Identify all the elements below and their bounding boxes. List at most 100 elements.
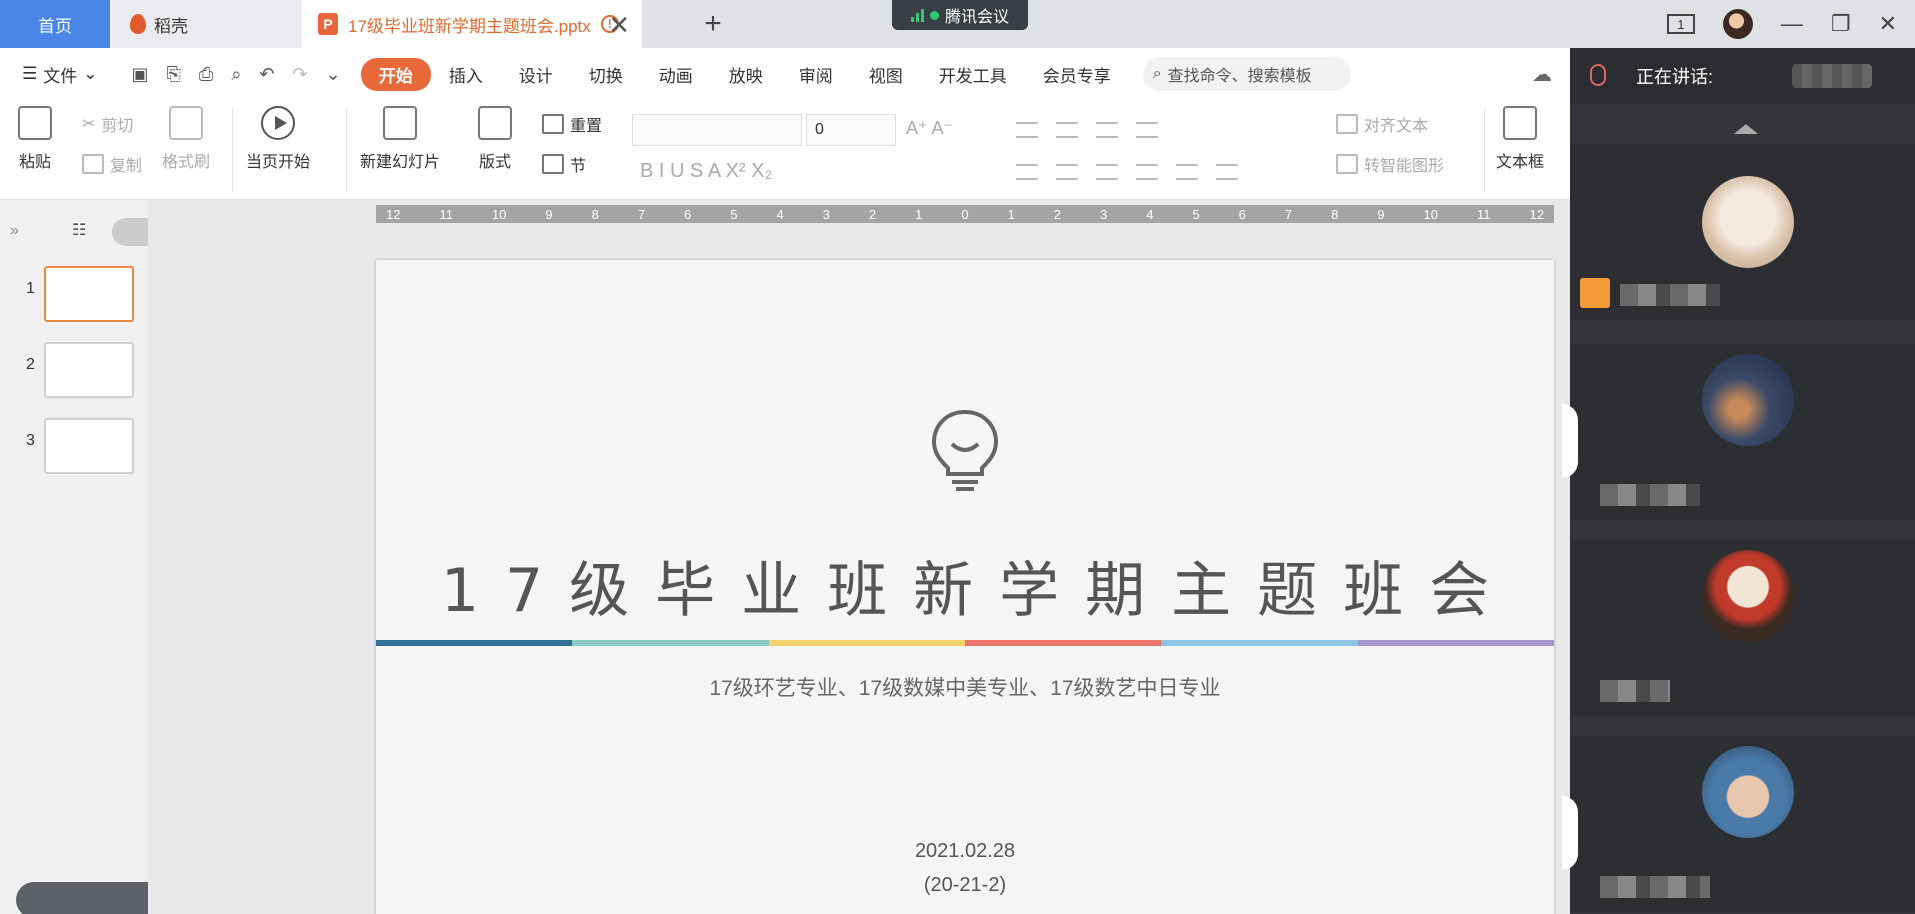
tab-document[interactable]: P 17级毕业班新学期主题班会.pptx ! ✕ — [302, 0, 642, 48]
participant-tile[interactable] — [1570, 540, 1915, 716]
panel-notch — [1562, 404, 1578, 478]
ruler-tick-label: 1 — [915, 206, 923, 222]
color-segment — [1357, 640, 1554, 646]
thumbnail-view-toggle[interactable] — [112, 218, 148, 246]
participant-tile[interactable] — [1562, 736, 1915, 912]
scissors-icon: ✂ — [82, 116, 96, 133]
participant-avatar — [1702, 176, 1794, 268]
menu-item-slideshow[interactable]: 放映 — [711, 62, 781, 87]
ruler-tick-label: 10 — [1423, 206, 1439, 222]
tab-home[interactable]: 首页 — [0, 0, 110, 48]
slide-date[interactable]: 2021.02.28 — [376, 840, 1554, 863]
user-avatar[interactable] — [1722, 9, 1753, 39]
color-divider — [376, 640, 1554, 646]
docer-icon — [130, 14, 146, 34]
new-slide-button[interactable]: 新建幻灯片 — [360, 106, 440, 172]
slide-subtitle[interactable]: 17级环艺专业、17级数媒中美专业、17级数艺中日专业 — [376, 672, 1554, 702]
menu-item-view[interactable]: 视图 — [851, 62, 921, 87]
text-box-button[interactable]: 文本框 — [1496, 106, 1544, 172]
customize-icon[interactable]: ⌄ — [326, 64, 341, 85]
font-size-select[interactable]: 0 — [806, 114, 896, 146]
menu-item-insert[interactable]: 插入 — [431, 62, 501, 87]
participant-tile[interactable] — [1570, 144, 1915, 320]
toolbar-divider — [346, 108, 347, 192]
window-indicator-icon[interactable]: 1 — [1666, 14, 1695, 34]
copy-button[interactable]: 复制 — [82, 152, 142, 176]
user-badge-icon — [1580, 278, 1610, 308]
ruler-tick-label: 7 — [1284, 206, 1293, 222]
participant-name-blurred — [1600, 876, 1710, 898]
ruler-tick-label: 11 — [1477, 206, 1491, 222]
reset-button[interactable]: 重置 — [542, 112, 602, 136]
participant-tile[interactable] — [1562, 344, 1915, 520]
font-size-adjust-icons[interactable]: A⁺ A⁻ — [906, 118, 953, 139]
speaking-label: 正在讲话: — [1636, 67, 1714, 87]
slide[interactable]: 17级毕业班新学期主题班会 17级环艺专业、17级数媒中美专业、17级数艺中日专… — [376, 260, 1554, 914]
close-window-button[interactable]: ✕ — [1879, 11, 1897, 37]
minimize-button[interactable]: — — [1781, 11, 1803, 37]
section-button[interactable]: 节 — [542, 152, 586, 176]
print-icon[interactable]: ⎙ — [199, 64, 213, 85]
slide-thumbnail[interactable] — [44, 342, 134, 398]
restore-button[interactable]: ❐ — [1831, 11, 1851, 37]
file-menu[interactable]: ☰ 文件 ⌄ — [0, 62, 112, 87]
participant-avatar — [1702, 354, 1794, 446]
outline-view-icon[interactable]: ☷ — [72, 220, 86, 240]
save-icon[interactable]: ▣ — [132, 64, 149, 85]
cloud-sync-icon[interactable]: ☁ — [1532, 62, 1552, 87]
slide-term[interactable]: (20-21-2) — [376, 874, 1554, 897]
text-format-icons[interactable]: B I U S A X² X₂ — [640, 160, 772, 183]
add-tab-button[interactable]: + — [698, 0, 728, 48]
start-from-current-button[interactable]: 当页开始 — [246, 106, 310, 172]
print-preview-icon[interactable]: ⌕ — [231, 64, 241, 85]
ruler-tick-label: 5 — [1192, 206, 1200, 222]
format-painter-button[interactable]: 格式刷 — [162, 106, 210, 172]
paragraph-icons-bottom[interactable] — [1016, 164, 1238, 180]
participant-name-blurred — [1620, 284, 1720, 306]
window-controls: 1 — ❐ ✕ — [1666, 0, 1915, 48]
status-dot-icon — [929, 10, 939, 20]
cut-button[interactable]: ✂ 剪切 — [82, 112, 133, 136]
paragraph-icons-top[interactable] — [1016, 122, 1158, 138]
undo-icon[interactable]: ↶ — [259, 64, 274, 85]
toolbar: 粘贴 ✂ 剪切 复制 格式刷 当页开始 新建幻灯片 版式 重置 节 0 A⁺ A… — [0, 100, 1570, 200]
menu-item-animation[interactable]: 动画 — [641, 62, 711, 87]
paste-label: 粘贴 — [18, 154, 51, 171]
thumbnail-item[interactable]: 2 — [0, 342, 148, 402]
light-bulb-icon — [931, 409, 999, 491]
slide-thumbnail[interactable] — [44, 266, 134, 322]
smart-shape-button[interactable]: 转智能图形 — [1336, 152, 1444, 176]
new-slide-label: 新建幻灯片 — [360, 154, 441, 171]
menu-item-home[interactable]: 开始 — [360, 57, 431, 91]
scroll-up-icon[interactable] — [1734, 124, 1758, 134]
align-text-button[interactable]: 对齐文本 — [1336, 112, 1428, 136]
horizontal-ruler: 12 11 10 9 8 7 6 5 4 3 2 1 0 1 2 3 4 5 6 7 8 9 10 11 12 — [376, 205, 1554, 223]
thumbnail-item[interactable]: 1 — [0, 266, 148, 326]
tab-close-button[interactable]: ✕ — [608, 10, 630, 41]
menu-item-design[interactable]: 设计 — [501, 62, 571, 87]
ruler-tick-label: 1 — [1007, 206, 1015, 222]
collapse-panel-icon[interactable]: » — [10, 222, 19, 240]
thumbnail-item[interactable]: 3 — [0, 418, 148, 478]
slide-title[interactable]: 17级毕业班新学期主题班会 — [376, 542, 1554, 629]
meeting-badge-label: 腾讯会议 — [944, 9, 1009, 26]
layout-icon — [478, 106, 512, 140]
font-family-select[interactable] — [632, 114, 802, 146]
ruler-tick-label: 3 — [1100, 206, 1108, 222]
slide-thumbnail[interactable] — [44, 418, 134, 474]
panel-toolbar: » ☷ — [0, 218, 148, 248]
tab-docer[interactable]: 稻壳 — [110, 0, 302, 48]
ruler-tick-label: 6 — [684, 206, 692, 222]
ruler-tick-label: 11 — [439, 206, 453, 222]
menu-item-review[interactable]: 审阅 — [781, 62, 851, 87]
menu-item-developer[interactable]: 开发工具 — [921, 62, 1025, 87]
layout-button[interactable]: 版式 — [478, 106, 512, 172]
participant-avatar — [1702, 550, 1794, 642]
export-icon[interactable]: ⎘ — [167, 64, 181, 85]
menu-item-member[interactable]: 会员专享 — [1025, 62, 1129, 87]
command-search[interactable]: ⌕ 查找命令、搜索模板 — [1142, 57, 1351, 91]
meeting-status-badge[interactable]: 腾讯会议 — [892, 0, 1028, 30]
paste-button[interactable]: 粘贴 — [18, 106, 52, 172]
menu-item-transition[interactable]: 切换 — [571, 62, 641, 87]
redo-icon[interactable]: ↷ — [293, 64, 308, 85]
